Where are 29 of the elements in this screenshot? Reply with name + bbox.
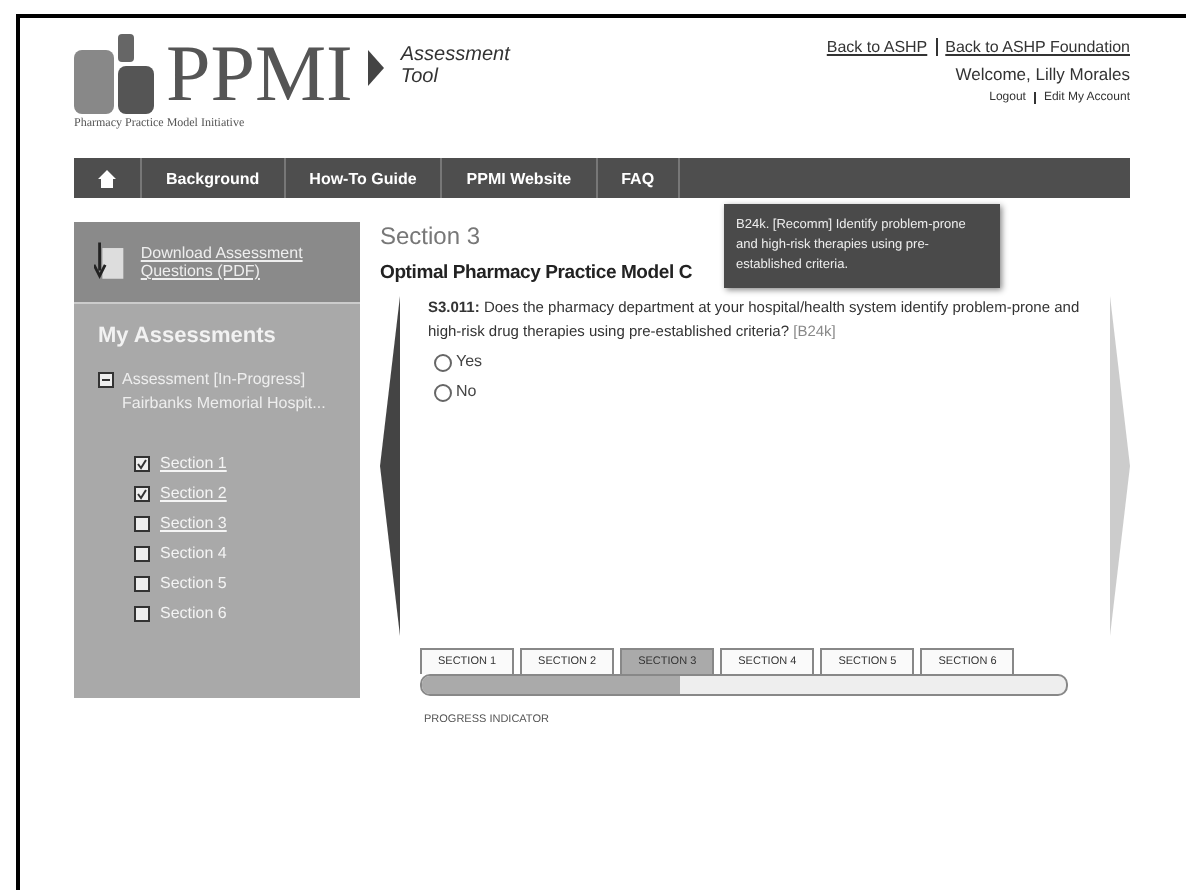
radio-option[interactable]: Yes <box>434 350 1086 374</box>
checkbox[interactable] <box>134 576 150 592</box>
nav-item[interactable]: How-To Guide <box>285 158 443 198</box>
section-item: Section 5 <box>160 573 227 591</box>
home-icon <box>98 169 116 187</box>
sidebar-heading: My Assessments <box>96 322 278 352</box>
tool-name: Assessment Tool <box>400 44 513 88</box>
radio-option[interactable]: No <box>434 380 1086 404</box>
header-link[interactable]: Back to ASHP <box>826 38 928 56</box>
welcome-text: Welcome, Lilly Morales <box>955 64 1130 84</box>
section-item: Section 6 <box>160 603 227 621</box>
checkbox[interactable] <box>134 606 150 622</box>
nav-item[interactable]: PPMI Website <box>442 158 598 198</box>
nav-item[interactable]: Background <box>142 158 286 198</box>
logo-icon <box>74 34 158 114</box>
collapse-icon[interactable] <box>98 372 114 388</box>
left-arrow-icon[interactable] <box>380 296 400 636</box>
assessment-subtitle: Fairbanks Memorial Hospit... <box>122 392 326 416</box>
nav-item[interactable]: FAQ <box>597 158 681 198</box>
checkbox[interactable] <box>134 516 150 532</box>
section-title: Section 3 <box>380 222 481 250</box>
page-heading: Optimal Pharmacy Practice Model C <box>380 262 693 284</box>
checkbox[interactable] <box>134 546 150 562</box>
header-link[interactable]: Back to ASHP Foundation <box>945 38 1130 56</box>
checkbox[interactable] <box>134 456 150 472</box>
logo: PPMI <box>166 34 353 114</box>
triangle-icon <box>368 50 385 86</box>
section-item: Section 4 <box>160 543 227 561</box>
checkbox[interactable] <box>134 486 150 502</box>
